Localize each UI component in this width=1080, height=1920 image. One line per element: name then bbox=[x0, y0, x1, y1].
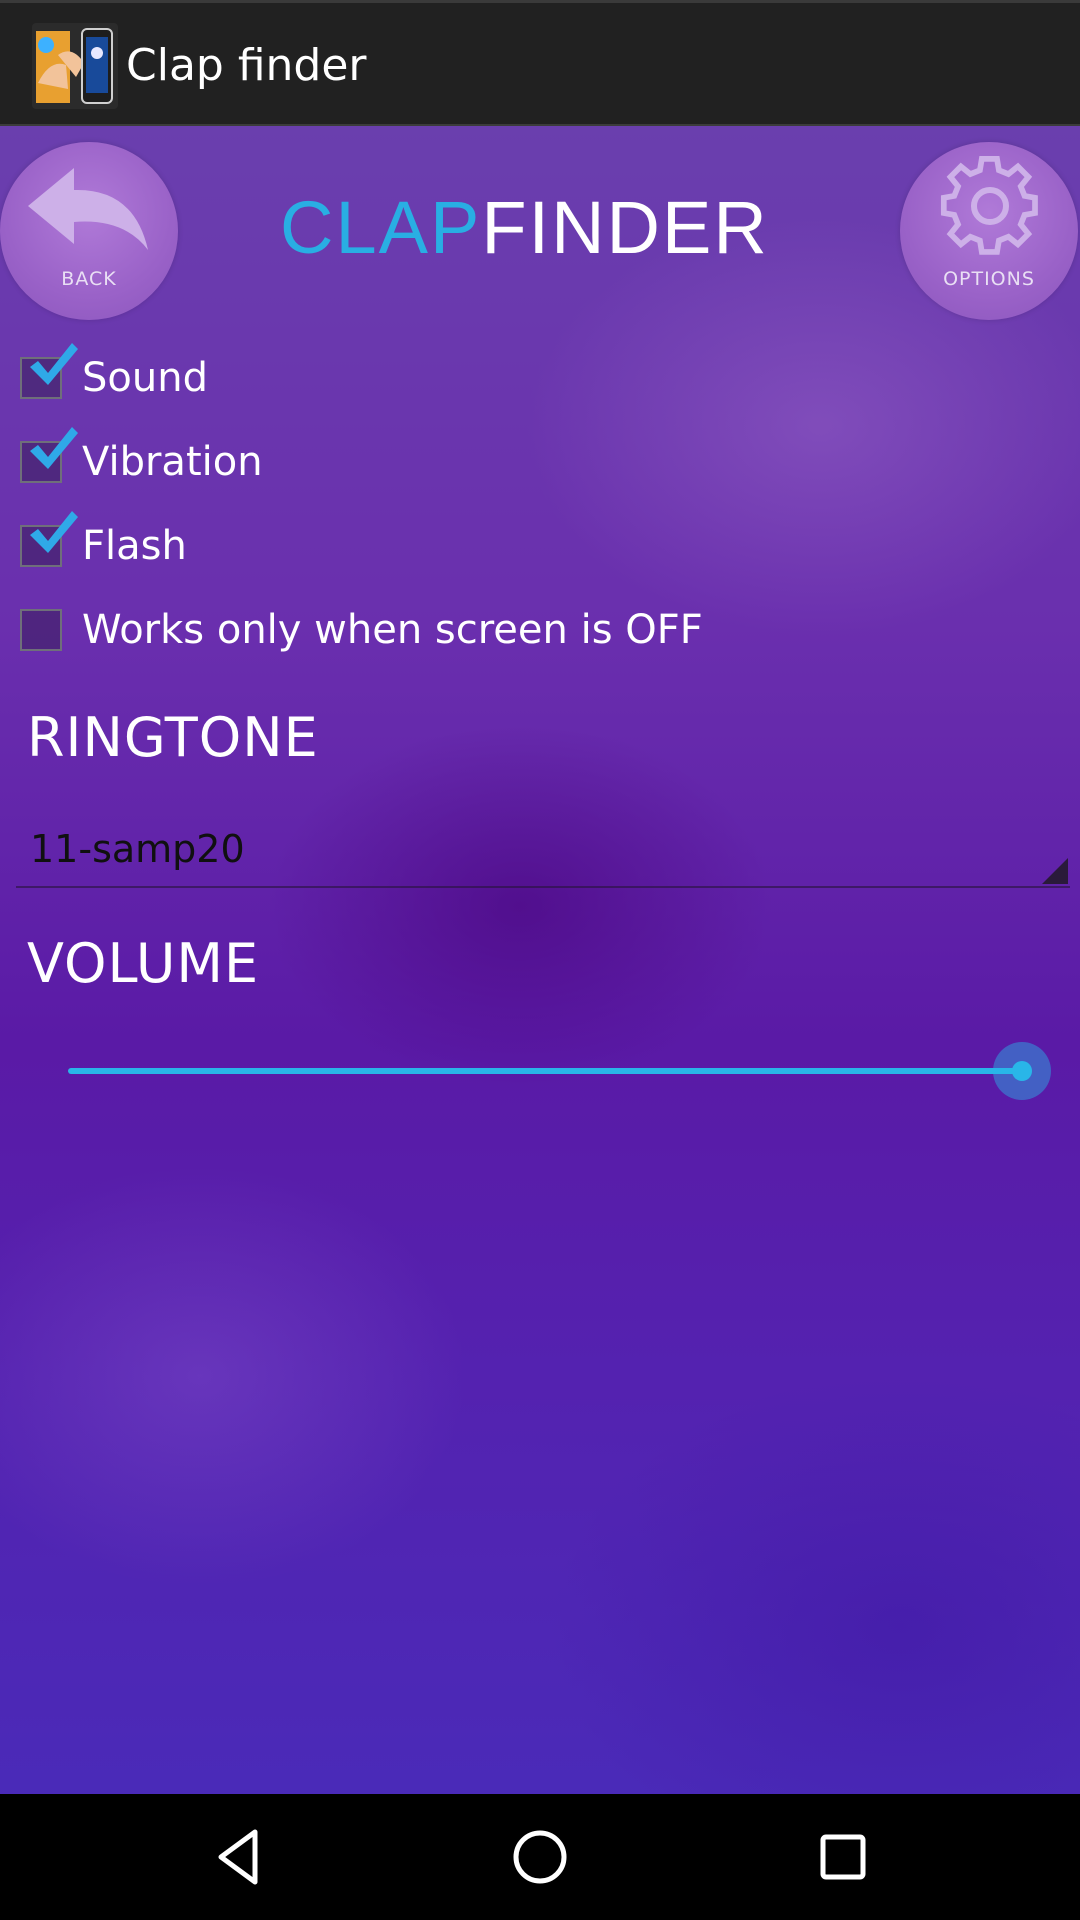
ringtone-dropdown[interactable]: 11-samp20 bbox=[16, 818, 1070, 888]
square-recents-icon[interactable] bbox=[810, 1824, 876, 1890]
navigation-bar bbox=[0, 1794, 1080, 1920]
triangle-back-icon[interactable] bbox=[207, 1824, 273, 1890]
back-button[interactable]: BACK bbox=[0, 142, 178, 320]
ringtone-value: 11-samp20 bbox=[30, 827, 245, 871]
options-button[interactable]: OPTIONS bbox=[900, 142, 1078, 320]
logo-part-finder: FINDER bbox=[481, 186, 769, 269]
vibration-option[interactable]: Vibration bbox=[20, 427, 263, 492]
volume-heading: VOLUME bbox=[27, 932, 260, 995]
ringtone-heading: RINGTONE bbox=[27, 706, 319, 769]
app-hands-icon bbox=[32, 23, 118, 109]
flash-checkbox[interactable] bbox=[20, 511, 78, 567]
volume-slider-thumb[interactable] bbox=[993, 1042, 1051, 1100]
screen-off-option[interactable]: Works only when screen is OFF bbox=[20, 600, 703, 660]
undo-arrow-icon bbox=[28, 168, 148, 250]
volume-slider-track bbox=[68, 1068, 1022, 1074]
vibration-checkbox[interactable] bbox=[20, 427, 78, 483]
clapfinder-logo: CLAPFINDER bbox=[280, 188, 805, 268]
screen-off-label: Works only when screen is OFF bbox=[82, 607, 703, 653]
flash-label: Flash bbox=[82, 523, 187, 569]
checkmark-icon bbox=[30, 343, 78, 385]
screen-off-checkbox[interactable] bbox=[20, 609, 62, 651]
sound-option[interactable]: Sound bbox=[20, 343, 208, 408]
checkmark-icon bbox=[30, 511, 78, 553]
options-label: OPTIONS bbox=[943, 268, 1035, 290]
circle-home-icon[interactable] bbox=[507, 1824, 573, 1890]
dropdown-corner-icon bbox=[1042, 858, 1068, 884]
sound-label: Sound bbox=[82, 355, 208, 401]
checkmark-icon bbox=[30, 427, 78, 469]
back-label: BACK bbox=[61, 268, 117, 290]
logo-part-clap: CLAP bbox=[280, 186, 482, 269]
title-bar: Clap finder bbox=[0, 0, 1080, 126]
app-title: Clap finder bbox=[126, 40, 367, 91]
vibration-label: Vibration bbox=[82, 439, 263, 485]
gear-icon bbox=[940, 156, 1038, 255]
sound-checkbox[interactable] bbox=[20, 343, 78, 399]
flash-option[interactable]: Flash bbox=[20, 511, 187, 576]
volume-slider[interactable] bbox=[60, 1030, 1051, 1110]
